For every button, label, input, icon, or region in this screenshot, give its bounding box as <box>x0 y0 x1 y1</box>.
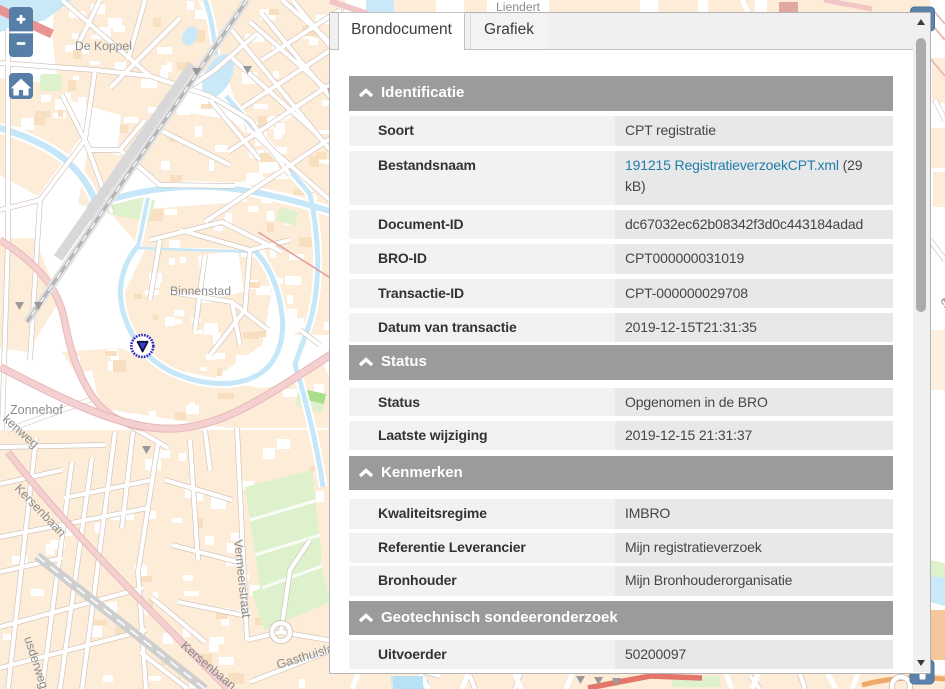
svg-text:De Koppel: De Koppel <box>75 39 132 53</box>
svg-text:Binnenstad: Binnenstad <box>170 284 231 298</box>
svg-text:Zonnehof: Zonnehof <box>10 403 63 417</box>
